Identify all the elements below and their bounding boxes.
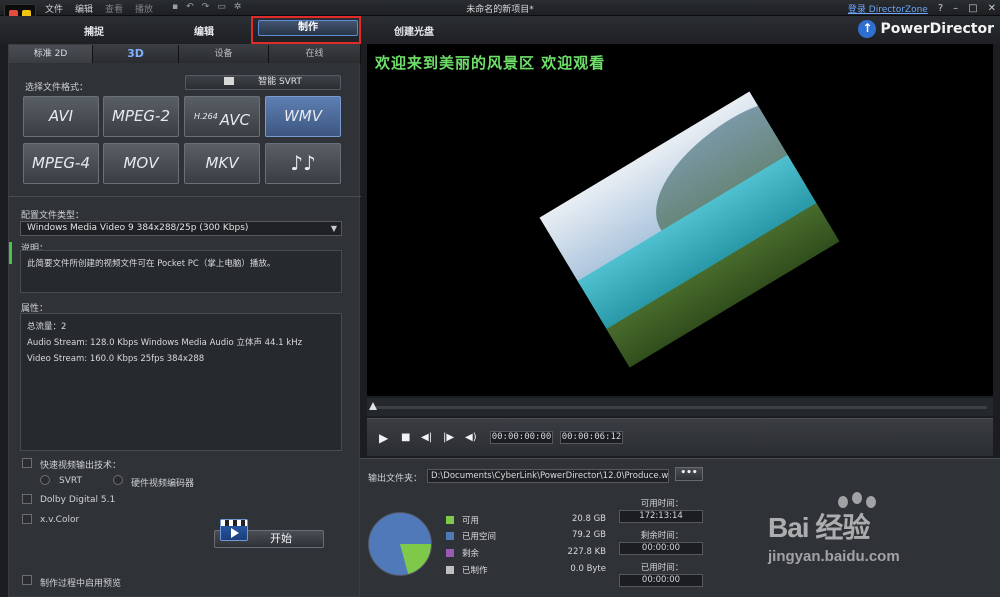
tab-online[interactable]: 在线 <box>269 45 361 63</box>
xvcolor-label: x.v.Color <box>40 515 80 525</box>
preview-during-label: 制作过程中启用预览 <box>40 579 122 589</box>
divider <box>9 196 361 197</box>
menu-edit[interactable]: 编辑 <box>75 2 93 15</box>
smart-svrt-button[interactable]: 智能 SVRT <box>185 75 341 90</box>
format-label: 选择文件格式： <box>25 83 89 93</box>
svrt-label: SVRT <box>59 476 82 486</box>
format-mkv-button[interactable]: MKV <box>184 143 260 184</box>
output-path-input[interactable]: D:\Documents\CyberLink\PowerDirector\12.… <box>427 469 669 483</box>
legend-available: 可用 20.8 GB <box>446 514 606 526</box>
play-icon[interactable]: ▶ <box>379 431 388 445</box>
dolby-label: Dolby Digital 5.1 <box>40 495 116 505</box>
legend-swatch <box>446 532 454 540</box>
browse-button[interactable]: ••• <box>675 467 703 481</box>
format-mov-button[interactable]: MOV <box>103 143 179 184</box>
used-time-value: 00:00:00 <box>619 574 703 587</box>
redo-icon[interactable]: ↷ <box>202 2 210 12</box>
mode-capture[interactable]: 捕捉 <box>84 23 104 38</box>
chevron-down-icon: ▼ <box>330 224 337 233</box>
mode-edit[interactable]: 编辑 <box>194 23 214 38</box>
scrubber-track[interactable] <box>371 406 987 409</box>
legend-remaining: 剩余 227.8 KB <box>446 547 606 559</box>
fast-render-checkbox[interactable] <box>22 458 32 468</box>
legend-swatch <box>446 516 454 524</box>
format-mpeg4-button[interactable]: MPEG-4 <box>23 143 99 184</box>
available-time-value: 172:13:14 <box>619 510 703 523</box>
svrt-icon <box>224 77 235 85</box>
music-note-icon: ♪♪ <box>290 151 316 175</box>
active-indicator <box>9 242 12 264</box>
remaining-time-value: 00:00:00 <box>619 542 703 555</box>
output-folder-label: 输出文件夹： <box>368 474 423 484</box>
xvcolor-checkbox[interactable] <box>22 514 32 524</box>
stop-icon[interactable]: ■ <box>401 432 410 443</box>
settings-icon[interactable]: ✲ <box>234 2 242 12</box>
save-icon[interactable]: ▪ <box>172 2 178 12</box>
menu-view[interactable]: 查看 <box>105 2 123 15</box>
window-controls: 登录 DirectorZone ? – □ ✕ <box>848 2 996 15</box>
baidu-url: jingyan.baidu.com <box>768 548 900 565</box>
produce-settings-panel: 标准 2D 3D 设备 在线 选择文件格式： 智能 SVRT AVI MPEG-… <box>8 44 361 597</box>
format-avc-button[interactable]: H.264 AVC <box>184 96 260 137</box>
properties-box: 总流量：2 Audio Stream: 128.0 Kbps Windows M… <box>20 313 342 451</box>
tab-standard-2d[interactable]: 标准 2D <box>9 45 93 63</box>
used-time-label: 已用时间： <box>640 563 684 573</box>
close-button[interactable]: ✕ <box>988 3 996 14</box>
highlight-box <box>251 16 361 44</box>
format-avi-button[interactable]: AVI <box>23 96 99 137</box>
prev-frame-icon[interactable]: ◀| <box>421 432 432 443</box>
hw-encoder-label: 硬件视频编码器 <box>131 479 195 489</box>
baidu-watermark: Bai 经验 jingyan.baidu.com <box>768 492 990 586</box>
format-wmv-button[interactable]: WMV <box>265 96 341 137</box>
profile-select[interactable]: Windows Media Video 9 384x288/25p (300 K… <box>20 221 342 236</box>
legend-swatch <box>446 549 454 557</box>
title-bar: 文件 编辑 查看 播放 ▪ ↶ ↷ ▭ ✲ 未命名的新项目* 登录 Direct… <box>0 0 1000 16</box>
baidu-logo: Bai 经验 <box>768 512 870 543</box>
preview-overlay-text: 欢迎来到美丽的风景区 欢迎观看 <box>375 54 606 72</box>
current-time-display: 00:00:00:00 <box>490 431 553 444</box>
login-link[interactable]: 登录 DirectorZone <box>848 2 928 15</box>
clapperboard-play-icon <box>220 519 248 541</box>
tab-3d[interactable]: 3D <box>93 45 179 63</box>
format-mpeg2-button[interactable]: MPEG-2 <box>103 96 179 137</box>
undo-icon[interactable]: ↶ <box>186 2 194 12</box>
up-arrow-circle-icon: ↑ <box>858 20 877 38</box>
preview-image <box>539 91 840 368</box>
help-button[interactable]: ? <box>938 3 943 14</box>
fast-render-label: 快速视频输出技术： <box>40 461 122 471</box>
volume-icon[interactable]: ◀) <box>465 432 477 443</box>
hw-encoder-radio[interactable] <box>113 475 123 485</box>
format-audio-button[interactable]: ♪♪ <box>265 143 341 184</box>
menu-play[interactable]: 播放 <box>135 2 153 15</box>
preview-during-checkbox[interactable] <box>22 575 32 585</box>
mode-create-disc[interactable]: 创建光盘 <box>394 23 434 38</box>
dolby-checkbox[interactable] <box>22 494 32 504</box>
minimize-button[interactable]: – <box>953 3 958 14</box>
tab-device[interactable]: 设备 <box>179 45 269 63</box>
produce-tabs: 标准 2D 3D 设备 在线 <box>9 45 361 63</box>
legend-produced: 已制作 0.0 Byte <box>446 564 606 576</box>
brand-logo: ↑ PowerDirector <box>858 20 994 38</box>
menu-bar: 文件 编辑 查看 播放 <box>45 2 165 15</box>
maximize-button[interactable]: □ <box>968 3 977 14</box>
disk-space-pie-chart <box>368 512 432 576</box>
brand-name: PowerDirector <box>880 21 994 37</box>
display-icon[interactable]: ▭ <box>217 2 226 12</box>
timeline-scrubber[interactable] <box>367 398 993 416</box>
total-time-display: 00:00:06:12 <box>560 431 623 444</box>
preview-window[interactable]: 欢迎来到美丽的风景区 欢迎观看 <box>367 44 993 396</box>
legend-swatch <box>446 566 454 574</box>
next-frame-icon[interactable]: |▶ <box>443 432 454 443</box>
available-time-label: 可用时间： <box>640 499 684 509</box>
scrubber-handle[interactable] <box>369 402 377 410</box>
description-box: 此简要文件所创建的视频文件可在 Pocket PC（掌上电脑）播放。 <box>20 250 342 293</box>
quick-toolbar: ▪ ↶ ↷ ▭ ✲ <box>172 2 241 12</box>
legend-used: 已用空间 79.2 GB <box>446 530 606 542</box>
mode-bar: 捕捉 编辑 创建光盘 <box>0 16 1000 44</box>
svrt-radio[interactable] <box>40 475 50 485</box>
remaining-time-label: 剩余时间： <box>640 531 684 541</box>
profile-label: 配置文件类型： <box>21 211 85 221</box>
player-controls: ▶ ■ ◀| |▶ ◀) 00:00:00:00 00:00:06:12 <box>367 418 993 456</box>
menu-file[interactable]: 文件 <box>45 2 63 15</box>
